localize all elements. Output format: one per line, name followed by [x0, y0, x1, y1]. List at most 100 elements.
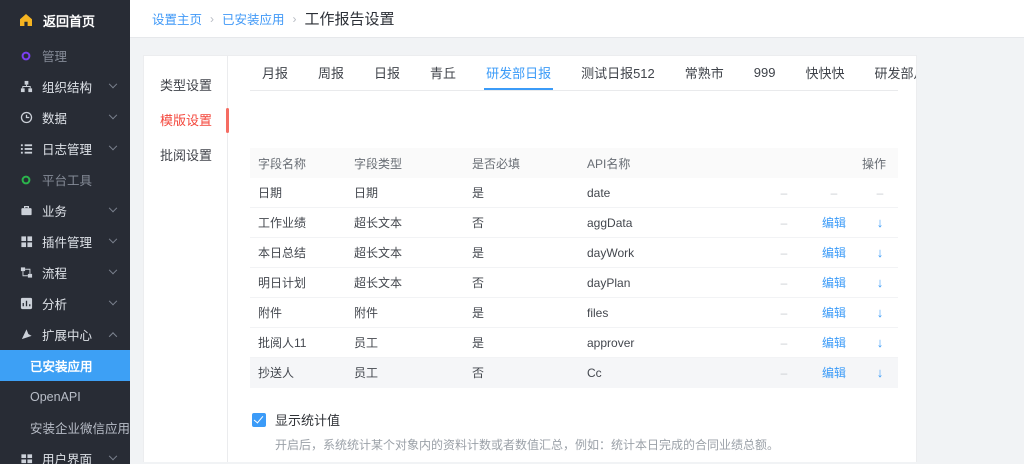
tab-test-daily-512[interactable]: 测试日报512: [579, 56, 657, 90]
action-placeholder: –: [762, 246, 806, 260]
move-down-icon[interactable]: ↓: [862, 335, 898, 350]
move-down-icon[interactable]: ↓: [862, 275, 898, 290]
action-placeholder: –: [806, 186, 862, 200]
topbar: 设置主页 › 已安装应用 › 工作报告设置: [130, 0, 1024, 38]
sidebar-item-log-management[interactable]: 日志管理: [0, 133, 130, 164]
move-down-icon[interactable]: ↓: [862, 365, 898, 380]
briefcase-icon: [19, 204, 33, 218]
edit-link[interactable]: 编辑: [806, 364, 862, 381]
chart-icon: [19, 297, 33, 311]
plugin-icon: [19, 235, 33, 249]
move-down-icon[interactable]: ↓: [862, 215, 898, 230]
sidebar-item-user-interface[interactable]: 用户界面: [0, 443, 130, 464]
list-icon: [19, 142, 33, 156]
orgchart-icon: [19, 80, 33, 94]
tab-changshu[interactable]: 常熟市: [683, 56, 726, 90]
sidebar: 返回首页 管理 组织结构 数据 日志管理 平台工具 业务: [0, 0, 130, 464]
action-placeholder: –: [762, 186, 806, 200]
edit-link[interactable]: 编辑: [806, 214, 862, 231]
action-placeholder: –: [862, 186, 898, 200]
show-stats-description: 开启后，系统统计某个对象内的资料计数或者数值汇总，例如：统计本日完成的合同业绩总…: [275, 436, 898, 453]
chevron-down-icon: [109, 265, 117, 273]
show-stats-label[interactable]: 显示统计值: [275, 410, 340, 429]
action-placeholder: –: [762, 366, 806, 380]
page-title: 工作报告设置: [305, 8, 395, 29]
back-home-label: 返回首页: [43, 11, 95, 30]
settings-card: 类型设置 模版设置 批阅设置 月报 周报 日报 青丘 研发部日报 测试日报512…: [143, 55, 917, 462]
subnav-item-review-settings[interactable]: 批阅设置: [144, 138, 227, 173]
sidebar-item-business[interactable]: 业务: [0, 195, 130, 226]
show-stats-section: 显示统计值 开启后，系统统计某个对象内的资料计数或者数值汇总，例如：统计本日完成…: [250, 410, 898, 453]
table-row: 抄送人 员工 否 Cc – 编辑 ↓: [250, 358, 898, 388]
sidebar-item-install-wechat-app[interactable]: 安装企业微信应用: [0, 412, 130, 443]
report-type-tabs: 月报 周报 日报 青丘 研发部日报 测试日报512 常熟市 999 快快快 研发…: [250, 56, 898, 91]
sidebar-item-analysis[interactable]: 分析: [0, 288, 130, 319]
tab-qingqiu[interactable]: 青丘: [428, 56, 458, 90]
tab-kuaikuaikuai[interactable]: 快快快: [804, 56, 847, 90]
action-placeholder: –: [762, 336, 806, 350]
chevron-down-icon: [109, 79, 117, 87]
table-row: 附件 附件 是 files – 编辑 ↓: [250, 298, 898, 328]
move-down-icon[interactable]: ↓: [862, 305, 898, 320]
sidebar-section-admin: 管理: [0, 40, 130, 71]
edit-link[interactable]: 编辑: [806, 274, 862, 291]
sidebar-item-plugin-management[interactable]: 插件管理: [0, 226, 130, 257]
tab-weekly-report[interactable]: 周报: [316, 56, 346, 90]
tab-999[interactable]: 999: [752, 56, 778, 90]
ui-grid-icon: [19, 452, 33, 465]
edit-link[interactable]: 编辑: [806, 334, 862, 351]
breadcrumb-link-installed-apps[interactable]: 已安装应用: [222, 9, 285, 28]
col-header-field-type: 字段类型: [354, 155, 472, 172]
sidebar-item-openapi[interactable]: OpenAPI: [0, 381, 130, 412]
chevron-up-icon: [109, 332, 117, 340]
tab-rd-monthly-report[interactable]: 研发部月报: [873, 56, 916, 90]
chevron-down-icon: [109, 234, 117, 242]
tab-monthly-report[interactable]: 月报: [260, 56, 290, 90]
template-settings-content: 月报 周报 日报 青丘 研发部日报 测试日报512 常熟市 999 快快快 研发…: [229, 56, 916, 462]
chevron-down-icon: [109, 451, 117, 459]
app-window: 返回首页 管理 组织结构 数据 日志管理 平台工具 业务: [0, 0, 1024, 464]
col-header-required: 是否必填: [472, 155, 587, 172]
action-placeholder: –: [762, 276, 806, 290]
chevron-down-icon: [109, 296, 117, 304]
breadcrumb-separator: ›: [210, 12, 214, 26]
sidebar-item-extension-center[interactable]: 扩展中心: [0, 319, 130, 350]
edit-link[interactable]: 编辑: [806, 304, 862, 321]
settings-subnav: 类型设置 模版设置 批阅设置: [144, 56, 228, 462]
home-icon: [19, 13, 33, 27]
show-stats-checkbox[interactable]: [252, 413, 266, 427]
chevron-down-icon: [109, 141, 117, 149]
tab-rd-daily-report[interactable]: 研发部日报: [484, 56, 553, 90]
sidebar-item-data[interactable]: 数据: [0, 102, 130, 133]
action-placeholder: –: [762, 216, 806, 230]
chevron-down-icon: [109, 203, 117, 211]
table-row: 本日总结 超长文本 是 dayWork – 编辑 ↓: [250, 238, 898, 268]
col-header-api-name: API名称: [587, 155, 762, 172]
fields-table: 字段名称 字段类型 是否必填 API名称 操作 日期 日期 是 date – –…: [250, 148, 898, 388]
subnav-item-template-settings[interactable]: 模版设置: [144, 103, 227, 138]
ring-green-icon: [19, 173, 33, 187]
col-header-field-name: 字段名称: [250, 155, 354, 172]
sidebar-item-installed-apps[interactable]: 已安装应用: [0, 350, 130, 381]
subnav-item-type-settings[interactable]: 类型设置: [144, 68, 227, 103]
table-row: 工作业绩 超长文本 否 aggData – 编辑 ↓: [250, 208, 898, 238]
sidebar-item-org-structure[interactable]: 组织结构: [0, 71, 130, 102]
move-down-icon[interactable]: ↓: [862, 245, 898, 260]
edit-link[interactable]: 编辑: [806, 244, 862, 261]
table-row: 日期 日期 是 date – – –: [250, 178, 898, 208]
back-home-button[interactable]: 返回首页: [0, 0, 130, 40]
table-row: 明日计划 超长文本 否 dayPlan – 编辑 ↓: [250, 268, 898, 298]
action-placeholder: –: [762, 306, 806, 320]
fields-table-header: 字段名称 字段类型 是否必填 API名称 操作: [250, 148, 898, 178]
breadcrumb-separator: ›: [293, 12, 297, 26]
tab-daily-report[interactable]: 日报: [372, 56, 402, 90]
sidebar-section-platform-tools: 平台工具: [0, 164, 130, 195]
table-row: 批阅人11 员工 是 approver – 编辑 ↓: [250, 328, 898, 358]
chevron-down-icon: [109, 110, 117, 118]
clock-icon: [19, 111, 33, 125]
ring-purple-icon: [19, 49, 33, 63]
sidebar-item-workflow[interactable]: 流程: [0, 257, 130, 288]
breadcrumb-link-settings-home[interactable]: 设置主页: [152, 9, 202, 28]
expand-icon: [19, 328, 33, 342]
flow-icon: [19, 266, 33, 280]
